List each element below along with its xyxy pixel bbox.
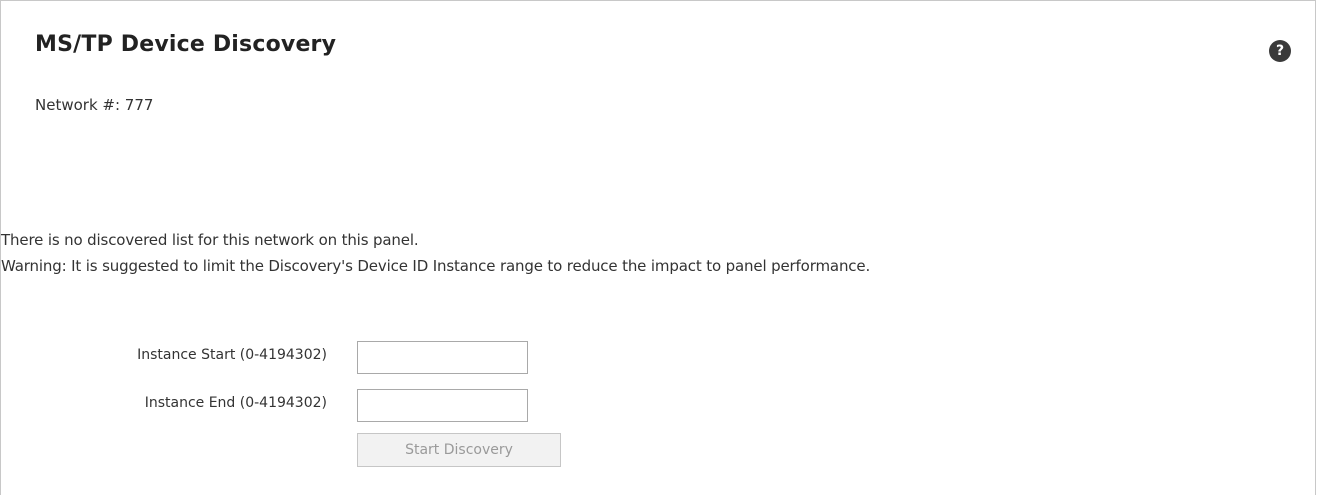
device-discovery-panel: MS/TP Device Discovery ? Network #: 777 … bbox=[0, 0, 1316, 495]
page-title: MS/TP Device Discovery bbox=[35, 32, 337, 57]
instance-start-input[interactable] bbox=[357, 341, 528, 374]
help-question-icon[interactable]: ? bbox=[1269, 40, 1291, 62]
network-number: Network #: 777 bbox=[35, 96, 154, 114]
warning-message: Warning: It is suggested to limit the Di… bbox=[1, 257, 871, 275]
no-list-message: There is no discovered list for this net… bbox=[1, 231, 419, 249]
instance-end-label: Instance End (0-4194302) bbox=[144, 395, 327, 411]
start-discovery-button[interactable]: Start Discovery bbox=[357, 433, 561, 467]
instance-end-input[interactable] bbox=[357, 389, 528, 422]
instance-start-label: Instance Start (0-4194302) bbox=[137, 347, 327, 363]
